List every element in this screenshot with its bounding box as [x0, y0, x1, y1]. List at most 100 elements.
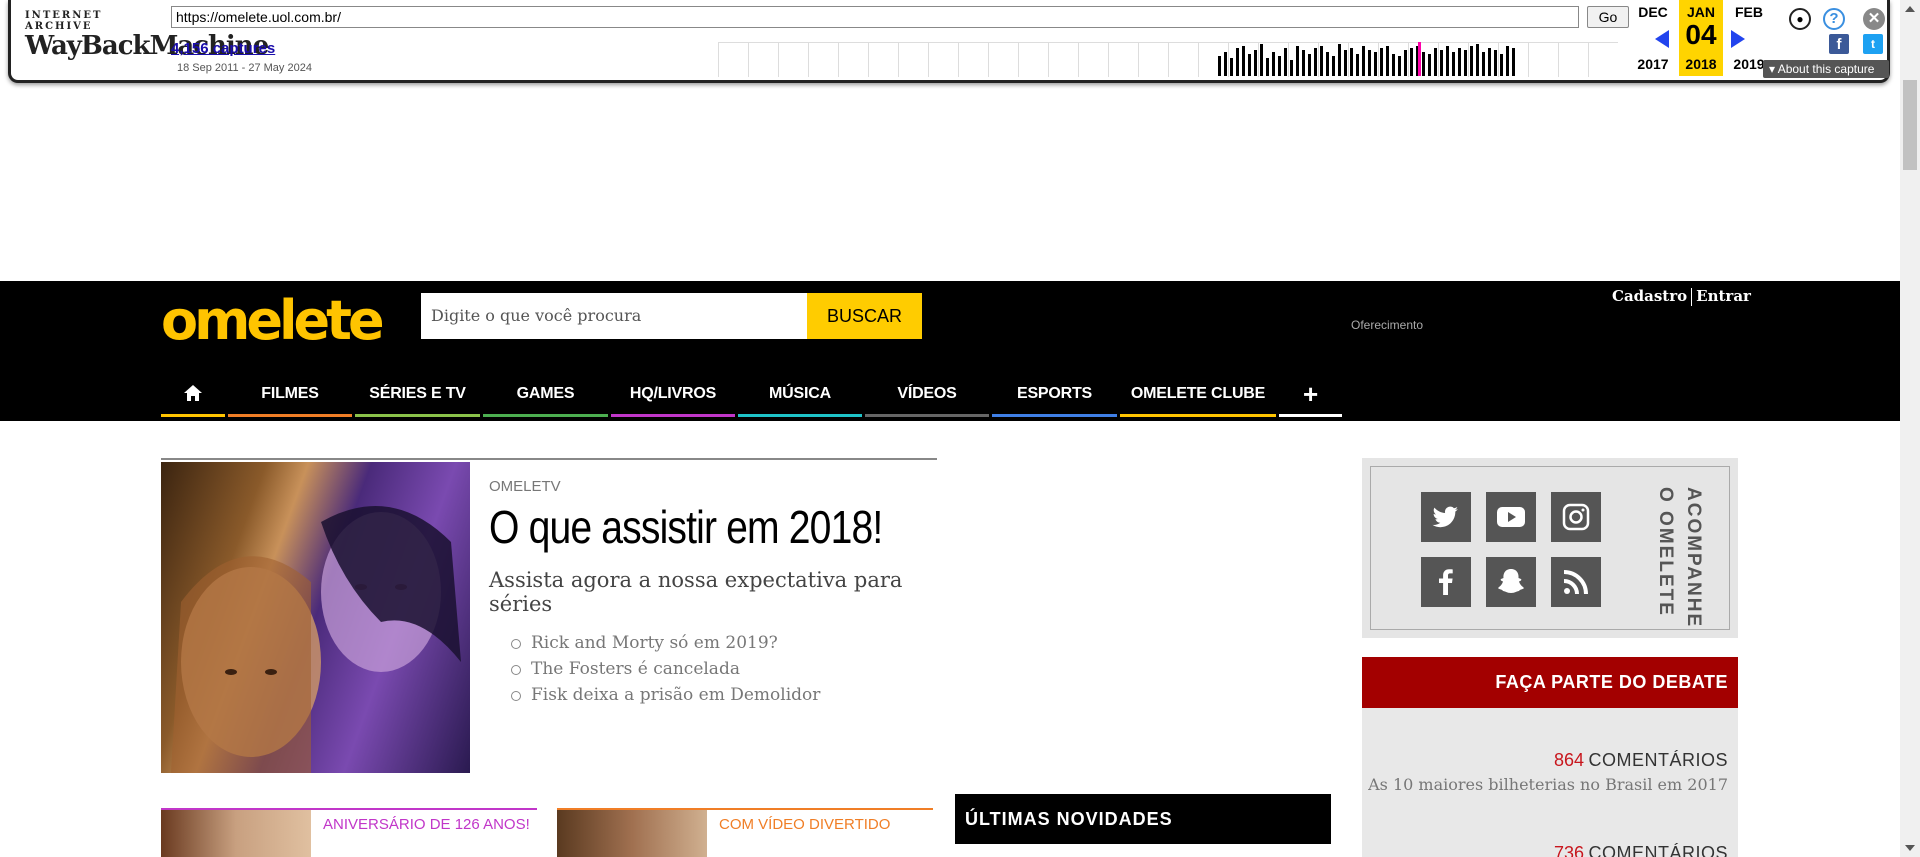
sparkline-month-cell[interactable] [898, 43, 928, 77]
facebook-icon[interactable] [1421, 557, 1471, 607]
sparkline-month-cell[interactable] [778, 43, 808, 77]
featured-story[interactable]: OMELETV O que assistir em 2018! Assista … [161, 458, 937, 773]
debate-list: 864 COMENTÁRIOS As 10 maiores bilheteria… [1362, 708, 1738, 857]
sparkline-month-cell[interactable] [958, 43, 988, 77]
wayback-capture-sparkline[interactable] [718, 42, 1618, 77]
sparkline-bar [1260, 44, 1263, 76]
snapchat-icon[interactable] [1486, 557, 1536, 607]
card-tag[interactable]: ANIVERSÁRIO DE 126 ANOS! [323, 816, 530, 833]
nav-item-games[interactable]: GAMES [483, 379, 608, 419]
close-icon[interactable]: ✕ [1863, 8, 1885, 30]
facebook-share-icon[interactable]: f [1829, 34, 1849, 54]
sparkline-month-cell[interactable] [1078, 43, 1108, 77]
sparkline-month-cell[interactable] [1108, 43, 1138, 77]
featured-kicker[interactable]: OMELETV [489, 478, 561, 495]
nav-item-filmes[interactable]: FILMES [228, 379, 352, 419]
wayback-current-day: 04 [1685, 19, 1717, 50]
nav-item-omelete-clube[interactable]: OMELETE CLUBE [1120, 379, 1276, 419]
related-link[interactable]: The Fosters é cancelada [511, 656, 820, 682]
sparkline-bar [1344, 50, 1347, 76]
comment-item[interactable]: 864 COMENTÁRIOS As 10 maiores bilheteria… [1368, 750, 1728, 794]
card-thumbnail[interactable] [557, 810, 707, 857]
omelete-logo[interactable]: omelete [161, 291, 385, 351]
nav-item-vídeos[interactable]: VÍDEOS [865, 379, 989, 419]
nav-item-esports[interactable]: ESPORTS [992, 379, 1117, 419]
search-button[interactable]: BUSCAR [807, 293, 922, 339]
rss-icon-svg [1563, 570, 1588, 595]
nav-item-música[interactable]: MÚSICA [738, 379, 862, 419]
card-tag[interactable]: COM VÍDEO DIVERTIDO [719, 816, 890, 833]
follow-label: ACOMPANHE O OMELETE [1655, 487, 1704, 629]
sparkline-month-cell[interactable] [1528, 43, 1558, 77]
user-icon[interactable]: ● [1789, 8, 1811, 30]
sparkline-month-cell[interactable] [718, 43, 748, 77]
instagram-icon[interactable] [1551, 492, 1601, 542]
sparkline-month-cell[interactable] [1168, 43, 1198, 77]
sparkline-bar [1368, 50, 1371, 76]
twitter-icon[interactable] [1421, 492, 1471, 542]
site-header: omelete Digite o que você procura BUSCAR… [0, 281, 1900, 421]
sparkline-month-cell[interactable] [1588, 43, 1618, 77]
featured-title[interactable]: O que assistir em 2018! [489, 500, 883, 554]
nav-item-underline [1279, 414, 1342, 417]
wayback-go-button[interactable]: Go [1587, 6, 1629, 28]
sparkline-month-cell[interactable] [808, 43, 838, 77]
featured-image[interactable] [161, 462, 470, 773]
comment-title[interactable]: As 10 maiores bilheterias no Brasil em 2… [1368, 775, 1728, 794]
page-scrollbar[interactable] [1900, 0, 1920, 857]
login-link[interactable]: Entrar [1696, 287, 1751, 305]
twitter-share-icon[interactable]: t [1863, 34, 1883, 54]
sparkline-month-cell[interactable] [928, 43, 958, 77]
comment-item[interactable]: 736 COMENTÁRIOS [1554, 843, 1728, 857]
sparkline-month-cell[interactable] [1018, 43, 1048, 77]
sparkline-bar [1356, 54, 1359, 76]
sparkline-month-cell[interactable] [838, 43, 868, 77]
nav-more-button[interactable]: + [1279, 379, 1342, 419]
wayback-logo-main-a: WayBack [25, 31, 151, 61]
wayback-next-month[interactable]: FEB 2019 [1727, 4, 1771, 72]
featured-subtitle[interactable]: Assista agora a nossa expectativa para s… [489, 568, 929, 616]
card-thumbnail[interactable] [161, 810, 311, 857]
nav-item-underline [1120, 414, 1276, 417]
sparkline-month-cell[interactable] [1048, 43, 1078, 77]
wayback-captures-link[interactable]: 4,156 captures [171, 40, 275, 57]
youtube-icon[interactable] [1486, 492, 1536, 542]
sparkline-bar [1314, 48, 1317, 76]
latest-news-heading: ÚLTIMAS NOVIDADES [955, 794, 1331, 844]
wayback-logo[interactable]: INTERNET ARCHIVE WayBackMachine [25, 10, 269, 61]
sparkline-month-cell[interactable] [988, 43, 1018, 77]
wayback-prev-year[interactable]: 2017 [1631, 56, 1675, 72]
nav-item-home[interactable] [161, 379, 225, 419]
scrollbar-thumb[interactable] [1903, 80, 1917, 170]
youtube-icon-svg [1497, 507, 1525, 527]
sparkline-month-cell[interactable] [1558, 43, 1588, 77]
sparkline-bar [1350, 48, 1353, 76]
wayback-current-month: JAN 04 2018 [1679, 0, 1723, 76]
sparkline-bar [1248, 54, 1251, 76]
sparkline-month-cell[interactable] [748, 43, 778, 77]
rss-icon[interactable] [1551, 557, 1601, 607]
scroll-up-icon[interactable] [1905, 6, 1915, 12]
nav-item-underline [355, 414, 480, 417]
wayback-about-capture[interactable]: ▾ About this capture [1763, 60, 1889, 78]
wayback-url-input[interactable]: https://omelete.uol.com.br/ [171, 6, 1579, 28]
sparkline-bar [1236, 48, 1239, 76]
news-card[interactable]: COM VÍDEO DIVERTIDO [557, 808, 933, 857]
sparkline-bar [1494, 50, 1497, 76]
sparkline-month-cell[interactable] [868, 43, 898, 77]
nav-item-hq-livros[interactable]: HQ/LIVROS [611, 379, 735, 419]
wayback-prev-arrow-icon[interactable] [1655, 30, 1669, 48]
nav-item-séries-e-tv[interactable]: SÉRIES E TV [355, 379, 480, 419]
scroll-down-icon[interactable] [1905, 845, 1915, 851]
sparkline-month-cell[interactable] [1138, 43, 1168, 77]
news-card[interactable]: ANIVERSÁRIO DE 126 ANOS! [161, 808, 537, 857]
related-link[interactable]: Rick and Morty só em 2019? [511, 630, 820, 656]
search-input[interactable]: Digite o que você procura [421, 293, 807, 339]
nav-item-label: SÉRIES E TV [369, 385, 466, 402]
help-icon[interactable]: ? [1823, 8, 1845, 30]
related-link[interactable]: Fisk deixa a prisão em Demolidor [511, 682, 820, 708]
wayback-next-arrow-icon[interactable] [1731, 30, 1745, 48]
wayback-prev-month[interactable]: DEC 2017 [1631, 4, 1675, 72]
signup-link[interactable]: Cadastro [1612, 287, 1687, 305]
wayback-next-month-label: FEB [1735, 4, 1763, 20]
